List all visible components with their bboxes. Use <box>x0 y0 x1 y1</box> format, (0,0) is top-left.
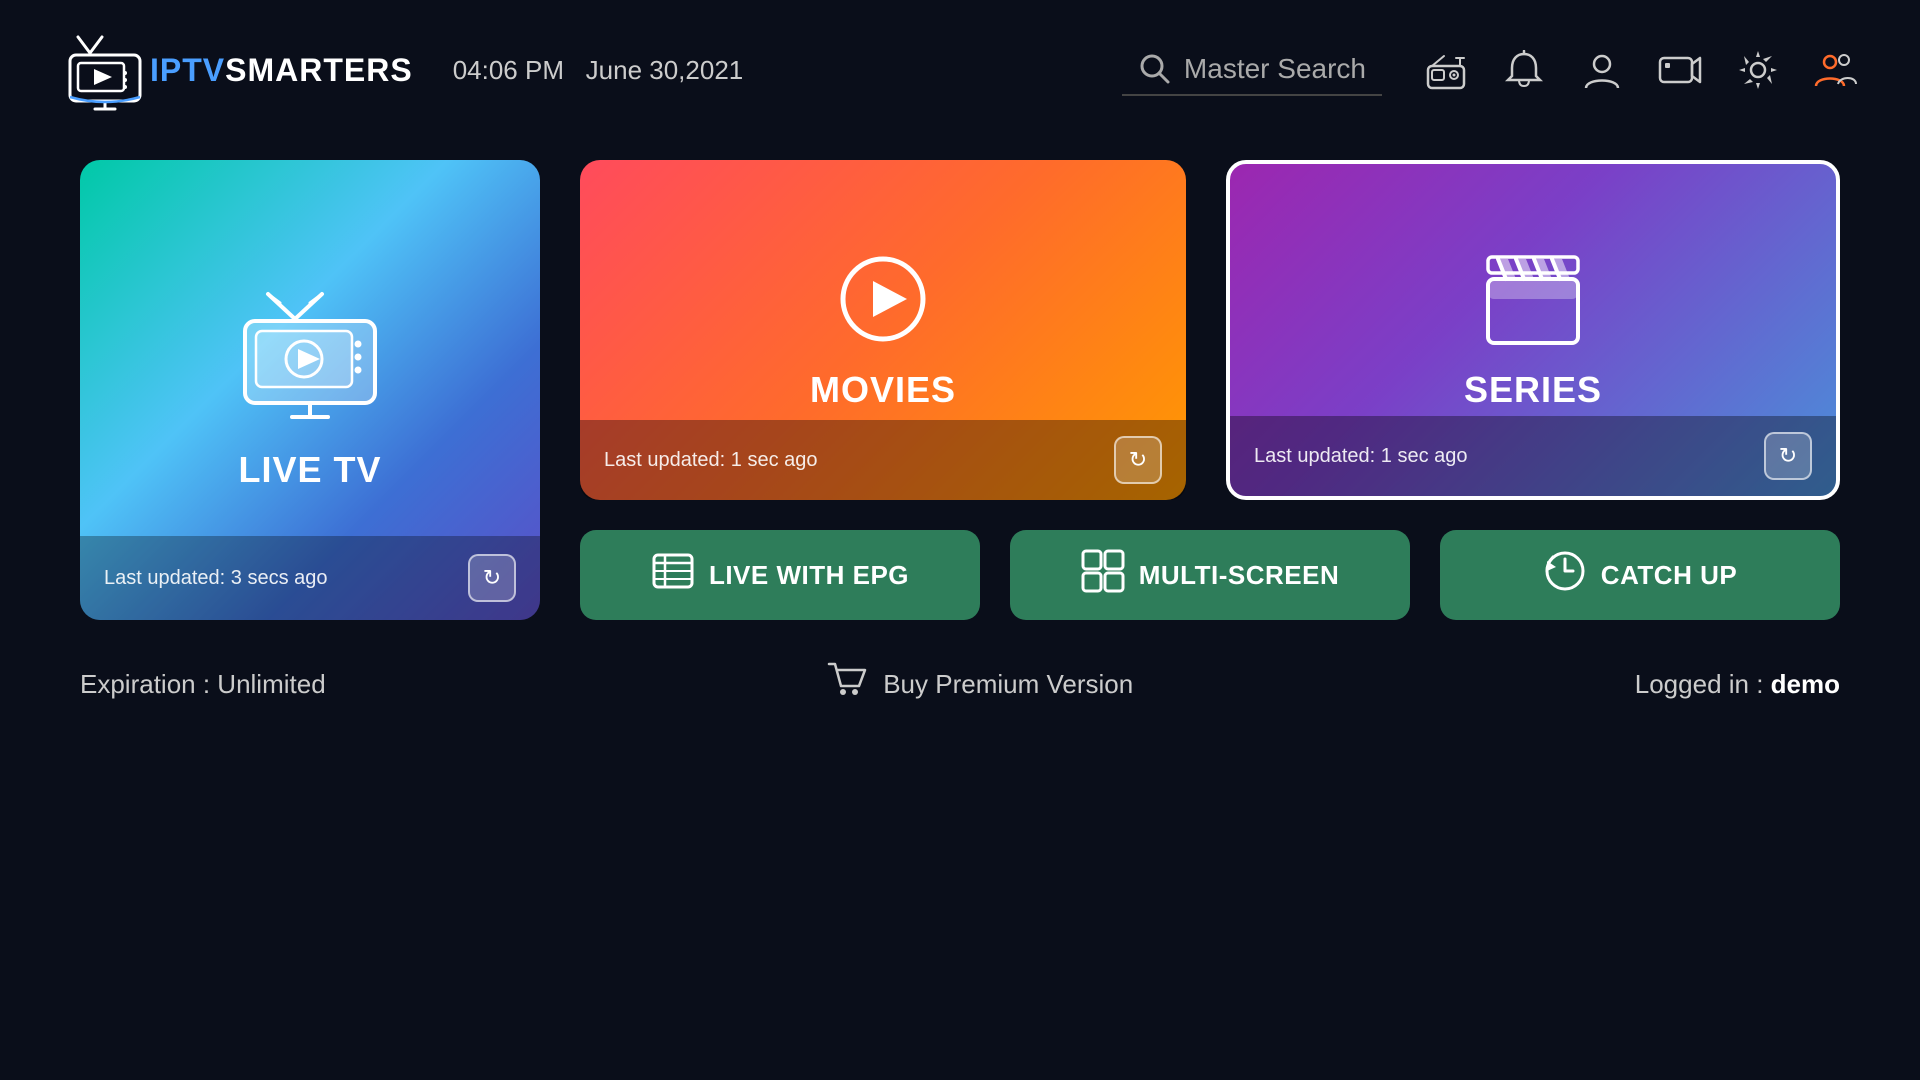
right-column: MOVIES Last updated: 1 sec ago ↻ <box>580 160 1840 620</box>
live-epg-button[interactable]: LIVE WITH EPG <box>580 530 980 620</box>
live-tv-label: LIVE TV <box>238 449 381 491</box>
buy-premium-button[interactable]: Buy Premium Version <box>827 660 1133 709</box>
catch-up-icon <box>1543 549 1587 602</box>
series-footer: Last updated: 1 sec ago ↻ <box>1230 416 1836 496</box>
logo-icon <box>60 25 150 115</box>
live-tv-updated: Last updated: 3 secs ago <box>104 567 328 590</box>
settings-icon[interactable] <box>1734 46 1782 94</box>
bottom-buttons: LIVE WITH EPG MULTI-SCREEN <box>580 530 1840 620</box>
header: IPTVSMARTERS 04:06 PM June 30,2021 Maste… <box>0 0 1920 140</box>
logo-iptv: IPTV <box>150 52 225 88</box>
datetime: 04:06 PM June 30,2021 <box>453 55 744 86</box>
live-tv-refresh[interactable]: ↻ <box>468 554 516 602</box>
movies-refresh[interactable]: ↻ <box>1114 436 1162 484</box>
multiuser-icon[interactable] <box>1812 46 1860 94</box>
multi-screen-label: MULTI-SCREEN <box>1139 560 1340 591</box>
header-icons <box>1422 46 1860 94</box>
movies-updated: Last updated: 1 sec ago <box>604 449 818 472</box>
search-bar[interactable]: Master Search <box>1122 44 1382 96</box>
multi-screen-icon <box>1081 549 1125 602</box>
media-row: MOVIES Last updated: 1 sec ago ↻ <box>580 160 1840 500</box>
logged-in-user: demo <box>1771 669 1840 699</box>
record-icon[interactable] <box>1656 46 1704 94</box>
live-tv-footer: Last updated: 3 secs ago ↻ <box>80 536 540 620</box>
movies-icon <box>833 249 933 349</box>
logo-area: IPTVSMARTERS <box>60 25 413 115</box>
catch-up-label: CATCH UP <box>1601 560 1737 591</box>
search-placeholder: Master Search <box>1184 53 1366 85</box>
radio-icon[interactable] <box>1422 46 1470 94</box>
logo-smarters: SMARTERS <box>225 52 413 88</box>
bell-icon[interactable] <box>1500 46 1548 94</box>
movies-card[interactable]: MOVIES Last updated: 1 sec ago ↻ <box>580 160 1186 500</box>
cards-row: LIVE TV Last updated: 3 secs ago ↻ MOVIE… <box>80 160 1840 620</box>
profile-icon[interactable] <box>1578 46 1626 94</box>
logged-in-label: Logged in : <box>1635 669 1771 699</box>
current-date: June 30,2021 <box>586 55 744 85</box>
series-refresh[interactable]: ↻ <box>1764 432 1812 480</box>
multi-screen-button[interactable]: MULTI-SCREEN <box>1010 530 1410 620</box>
cart-icon <box>827 660 867 709</box>
buy-premium-label: Buy Premium Version <box>883 669 1133 700</box>
expiration-text: Expiration : Unlimited <box>80 669 326 700</box>
movies-footer: Last updated: 1 sec ago ↻ <box>580 420 1186 500</box>
main-content: LIVE TV Last updated: 3 secs ago ↻ MOVIE… <box>0 140 1920 640</box>
current-time: 04:06 PM <box>453 55 564 85</box>
live-epg-icon <box>651 549 695 602</box>
series-label: SERIES <box>1464 369 1602 411</box>
logged-in-info: Logged in : demo <box>1635 669 1840 700</box>
series-card[interactable]: SERIES Last updated: 1 sec ago ↻ <box>1226 160 1840 500</box>
live-epg-label: LIVE WITH EPG <box>709 560 909 591</box>
movies-label: MOVIES <box>810 369 956 411</box>
footer-info: Expiration : Unlimited Buy Premium Versi… <box>0 640 1920 709</box>
live-tv-card[interactable]: LIVE TV Last updated: 3 secs ago ↻ <box>80 160 540 620</box>
series-icon <box>1478 249 1588 349</box>
live-tv-icon <box>230 289 390 429</box>
logo-text: IPTVSMARTERS <box>150 52 413 89</box>
series-updated: Last updated: 1 sec ago <box>1254 445 1468 468</box>
search-icon <box>1138 52 1172 86</box>
catch-up-button[interactable]: CATCH UP <box>1440 530 1840 620</box>
